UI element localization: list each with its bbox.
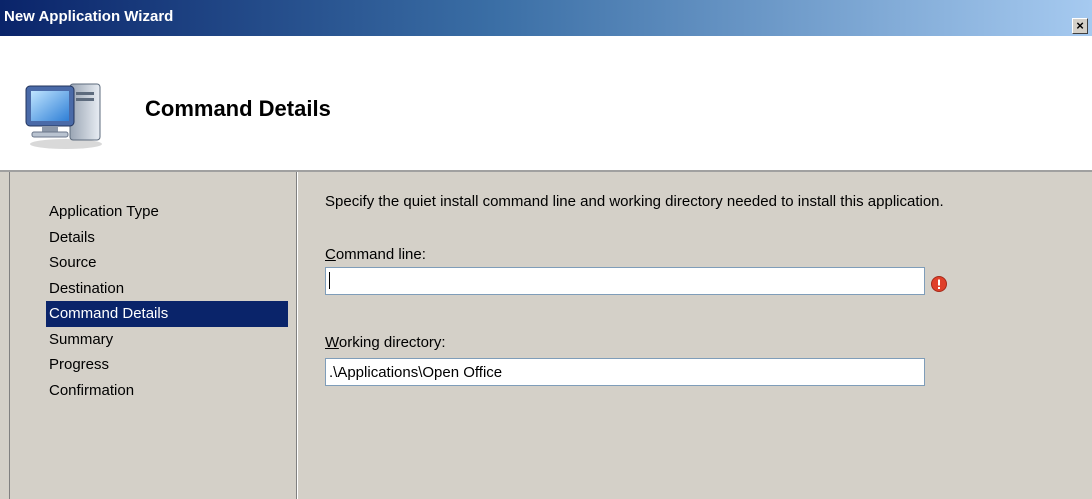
working-directory-accel: W (325, 334, 339, 351)
step-progress[interactable]: Progress (46, 352, 288, 378)
error-icon (931, 276, 947, 292)
working-directory-label: Working directory: (325, 334, 446, 351)
computer-icon (25, 83, 102, 149)
title-bar[interactable]: New Application Wizard × (0, 0, 1092, 36)
close-button[interactable]: × (1072, 18, 1088, 34)
working-directory-input[interactable] (325, 358, 925, 386)
command-line-label-text: ommand line: (335, 246, 426, 263)
step-application-type[interactable]: Application Type (46, 199, 288, 225)
wizard-steps: Application Type Details Source Destinat… (46, 199, 288, 403)
instruction-text: Specify the quiet install command line a… (325, 193, 944, 210)
step-command-details[interactable]: Command Details (46, 301, 288, 327)
command-line-label: Command line: (325, 246, 426, 263)
command-line-input[interactable] (325, 267, 925, 295)
step-summary[interactable]: Summary (46, 327, 288, 353)
command-line-accel: C (325, 246, 336, 263)
wizard-window: New Application Wizard × Command Details… (0, 0, 1092, 499)
step-confirmation[interactable]: Confirmation (46, 378, 288, 404)
text-caret (329, 272, 330, 289)
content-area: Specify the quiet install command line a… (300, 172, 1092, 499)
page-title: Command Details (145, 96, 331, 121)
window-title: New Application Wizard (4, 8, 174, 25)
step-details[interactable]: Details (46, 225, 288, 251)
step-destination[interactable]: Destination (46, 276, 288, 302)
wizard-header: Command Details (0, 36, 1092, 170)
step-source[interactable]: Source (46, 250, 288, 276)
close-icon: × (1076, 18, 1084, 33)
command-line-wrapper (325, 267, 925, 295)
working-directory-label-text: orking directory: (338, 334, 446, 351)
